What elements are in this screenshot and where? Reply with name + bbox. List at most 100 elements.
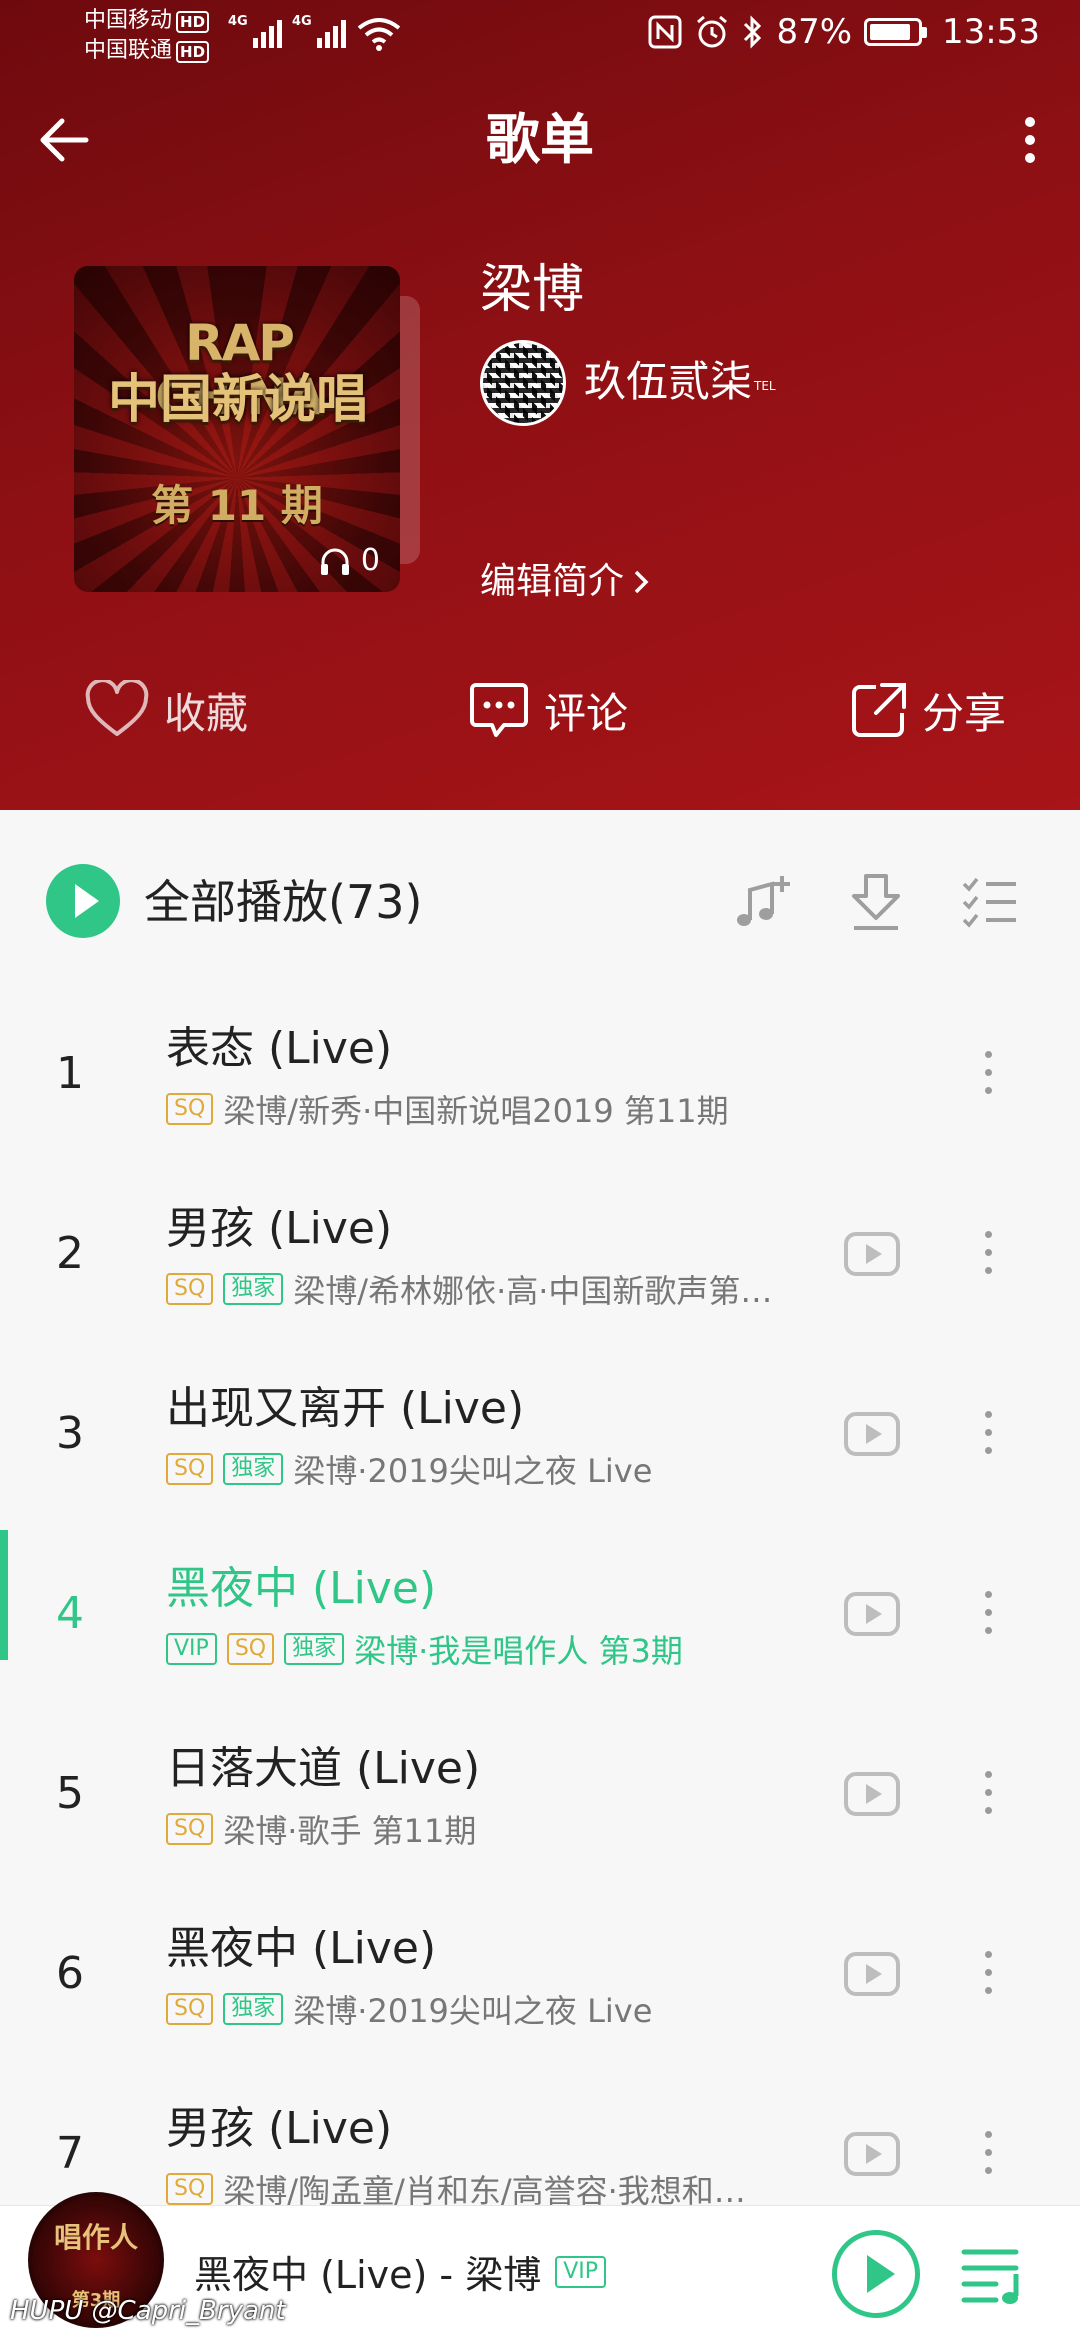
mini-cover-title: 唱作人 bbox=[53, 2221, 138, 2254]
checklist-icon[interactable] bbox=[958, 870, 1022, 934]
signal-icon: 4G bbox=[292, 14, 346, 48]
share-button[interactable]: 分享 bbox=[850, 670, 1006, 750]
sq-tag: SQ bbox=[166, 1273, 214, 1305]
playlist-cover[interactable]: RAP CHINA 中国新说唱 第 11 期 0 bbox=[74, 266, 400, 592]
carrier-2: 中国联通 bbox=[84, 38, 173, 63]
playlist-name: 梁博 bbox=[480, 260, 585, 320]
sq-tag: SQ bbox=[226, 1633, 275, 1665]
song-row[interactable]: 4 黑夜中 (Live) VIP SQ 独家 梁博·我是唱作人 第3期 bbox=[0, 1530, 1080, 1710]
favorite-label: 收藏 bbox=[164, 688, 249, 738]
edit-intro-link[interactable]: 编辑简介 bbox=[480, 556, 650, 608]
vip-tag: VIP bbox=[166, 1633, 217, 1665]
play-all-icon[interactable] bbox=[46, 864, 120, 938]
headphones-icon bbox=[320, 548, 349, 575]
download-icon[interactable] bbox=[844, 870, 908, 934]
song-index: 1 bbox=[56, 1048, 84, 1099]
mv-play-icon[interactable] bbox=[844, 1772, 900, 1816]
song-index: 3 bbox=[56, 1408, 84, 1459]
song-artist-album: 梁博·2019尖叫之夜 Live bbox=[293, 1452, 653, 1490]
song-title: 黑夜中 (Live) bbox=[166, 1563, 437, 1614]
mv-play-icon[interactable] bbox=[844, 1592, 900, 1636]
nav-bar: 歌单 bbox=[0, 100, 1080, 180]
song-more-icon[interactable] bbox=[968, 1406, 1008, 1462]
chevron-right-icon bbox=[634, 570, 649, 594]
sq-tag: SQ bbox=[166, 1993, 214, 2025]
song-index: 7 bbox=[56, 2128, 84, 2179]
song-row[interactable]: 3 出现又离开 (Live) SQ 独家 梁博·2019尖叫之夜 Live bbox=[0, 1350, 1080, 1530]
nfc-icon bbox=[648, 15, 682, 49]
play-count-value: 0 bbox=[360, 543, 380, 578]
song-row[interactable]: 6 黑夜中 (Live) SQ 独家 梁博·2019尖叫之夜 Live bbox=[0, 1890, 1080, 2070]
carrier-1: 中国移动 bbox=[84, 8, 173, 33]
song-more-icon[interactable] bbox=[968, 1046, 1008, 1102]
edit-intro-label: 编辑简介 bbox=[480, 561, 625, 602]
exclusive-tag: 独家 bbox=[223, 1453, 284, 1485]
owner-avatar[interactable] bbox=[480, 340, 566, 426]
playlist-queue-icon[interactable] bbox=[960, 2244, 1030, 2306]
page-title: 歌单 bbox=[486, 108, 594, 171]
song-subtitle: SQ 梁博/新秀·中国新说唱2019 第11期 bbox=[166, 1086, 836, 1132]
song-more-icon[interactable] bbox=[968, 2126, 1008, 2182]
mv-play-icon[interactable] bbox=[844, 1412, 900, 1456]
song-artist-album: 梁博·我是唱作人 第3期 bbox=[354, 1632, 683, 1670]
song-subtitle: VIP SQ 独家 梁博·我是唱作人 第3期 bbox=[166, 1626, 836, 1672]
song-subtitle: SQ 独家 梁博·2019尖叫之夜 Live bbox=[166, 1986, 836, 2032]
sq-tag: SQ bbox=[166, 1813, 214, 1845]
network-type: 4G bbox=[292, 14, 312, 29]
song-artist-album: 梁博/希林娜依·高·中国新歌声第… bbox=[293, 1272, 773, 1310]
exclusive-tag: 独家 bbox=[284, 1633, 345, 1665]
status-right: 87% 13:53 bbox=[648, 12, 1040, 52]
play-all-row: 全部播放(73) bbox=[0, 810, 1080, 990]
song-subtitle: SQ 独家 梁博/希林娜依·高·中国新歌声第… bbox=[166, 1266, 836, 1312]
sq-tag: SQ bbox=[166, 1453, 214, 1485]
clock: 13:53 bbox=[942, 12, 1040, 52]
favorite-button[interactable]: 收藏 bbox=[84, 670, 248, 750]
song-artist-album: 梁博/新秀·中国新说唱2019 第11期 bbox=[223, 1092, 729, 1130]
song-index: 2 bbox=[56, 1228, 84, 1279]
song-more-icon[interactable] bbox=[968, 1766, 1008, 1822]
song-row[interactable]: 2 男孩 (Live) SQ 独家 梁博/希林娜依·高·中国新歌声第… bbox=[0, 1170, 1080, 1350]
vip-tag: VIP bbox=[555, 2255, 607, 2288]
play-all-button[interactable]: 全部播放(73) bbox=[144, 872, 422, 932]
network-type: 4G bbox=[228, 14, 248, 29]
heart-icon bbox=[85, 680, 149, 736]
signal-icon: 4G bbox=[228, 14, 282, 48]
comment-label: 评论 bbox=[544, 688, 629, 738]
now-playing-info[interactable]: 黑夜中 (Live) - 梁博 VIP bbox=[194, 2244, 607, 2299]
music-note-plus-icon[interactable] bbox=[732, 870, 796, 934]
owner-name[interactable]: 玖伍贰柒 TEL bbox=[584, 354, 776, 410]
song-row[interactable]: 1 表态 (Live) SQ 梁博/新秀·中国新说唱2019 第11期 bbox=[0, 990, 1080, 1170]
song-more-icon[interactable] bbox=[968, 1946, 1008, 2002]
mv-play-icon[interactable] bbox=[844, 2132, 900, 2176]
comment-button[interactable]: 评论 bbox=[468, 670, 628, 750]
song-more-icon[interactable] bbox=[968, 1586, 1008, 1642]
share-label: 分享 bbox=[922, 688, 1007, 738]
exclusive-tag: 独家 bbox=[223, 1273, 284, 1305]
mv-play-icon[interactable] bbox=[844, 1232, 900, 1276]
mv-play-icon[interactable] bbox=[844, 1952, 900, 1996]
play-circle-icon[interactable] bbox=[832, 2230, 920, 2318]
sq-tag: SQ bbox=[166, 2173, 214, 2205]
action-bar: 收藏 评论 分享 bbox=[0, 670, 1080, 750]
song-row[interactable]: 5 日落大道 (Live) SQ 梁博·歌手 第11期 bbox=[0, 1710, 1080, 1890]
sq-tag: SQ bbox=[166, 1093, 214, 1125]
song-index: 5 bbox=[56, 1768, 84, 1819]
now-playing-title: 黑夜中 (Live) - 梁博 bbox=[194, 2253, 542, 2297]
song-index: 4 bbox=[56, 1588, 84, 1639]
song-title: 表态 (Live) bbox=[166, 1023, 393, 1074]
song-more-icon[interactable] bbox=[968, 1226, 1008, 1282]
play-count: 0 bbox=[319, 543, 380, 578]
cover-episode: 第 11 期 bbox=[151, 481, 323, 530]
exclusive-tag: 独家 bbox=[223, 1993, 284, 2025]
owner-name-text: 玖伍贰柒 bbox=[584, 357, 753, 406]
carrier-info: 中国移动 HD 中国联通 HD bbox=[84, 6, 210, 66]
watermark: HUPU @Capri_Bryant bbox=[10, 2296, 286, 2326]
comment-icon bbox=[470, 683, 528, 737]
hd-badge: HD bbox=[176, 11, 210, 33]
wifi-icon bbox=[357, 18, 401, 51]
song-title: 出现又离开 (Live) bbox=[166, 1383, 525, 1434]
battery-icon bbox=[864, 18, 928, 46]
song-title: 男孩 (Live) bbox=[166, 2103, 393, 2154]
alarm-icon bbox=[697, 15, 728, 48]
more-vertical-icon[interactable] bbox=[1010, 108, 1050, 172]
